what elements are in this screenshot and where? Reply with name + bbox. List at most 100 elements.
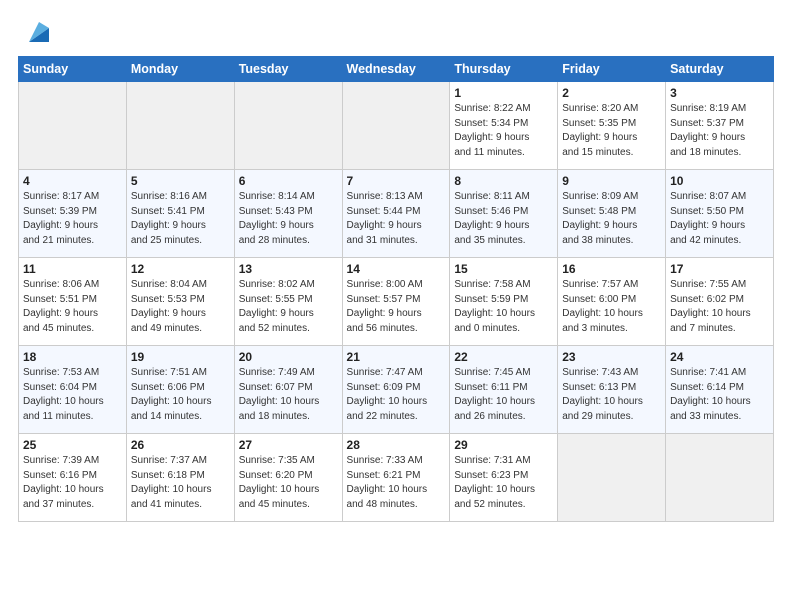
page: SundayMondayTuesdayWednesdayThursdayFrid… <box>0 0 792 532</box>
day-number: 12 <box>131 262 230 276</box>
day-info: Sunrise: 8:14 AM Sunset: 5:43 PM Dayligh… <box>239 190 338 248</box>
day-number: 25 <box>23 438 122 452</box>
day-info: Sunrise: 7:58 AM Sunset: 5:59 PM Dayligh… <box>454 278 553 336</box>
day-cell: 17Sunrise: 7:55 AM Sunset: 6:02 PM Dayli… <box>666 258 774 346</box>
day-cell: 16 Sunrise: 7:57 AM Sunset: 6:00 PM Dayli… <box>558 258 666 346</box>
day-info: Sunrise: 7:53 AM Sunset: 6:04 PM Dayligh… <box>23 366 122 424</box>
day-number: 8 <box>454 174 553 188</box>
day-cell <box>558 434 666 522</box>
day-info: Sunrise: 7:51 AM Sunset: 6:06 PM Dayligh… <box>131 366 230 424</box>
col-header-wednesday: Wednesday <box>342 57 450 82</box>
day-cell: 19 Sunrise: 7:51 AM Sunset: 6:06 PM Dayli… <box>126 346 234 434</box>
week-row-4: 18 Sunrise: 7:53 AM Sunset: 6:04 PM Dayli… <box>19 346 774 434</box>
day-number: 11 <box>23 262 122 276</box>
day-cell <box>342 82 450 170</box>
day-number: 2 <box>562 86 661 100</box>
day-info: Sunrise: 8:02 AM Sunset: 5:55 PM Dayligh… <box>239 278 338 336</box>
day-cell: 27 Sunrise: 7:35 AM Sunset: 6:20 PM Dayli… <box>234 434 342 522</box>
header-row: SundayMondayTuesdayWednesdayThursdayFrid… <box>19 57 774 82</box>
day-info: Sunrise: 7:39 AM Sunset: 6:16 PM Dayligh… <box>23 454 122 512</box>
day-cell: 13 Sunrise: 8:02 AM Sunset: 5:55 PM Dayli… <box>234 258 342 346</box>
day-number: 18 <box>23 350 122 364</box>
day-cell <box>126 82 234 170</box>
day-number: 29 <box>454 438 553 452</box>
week-row-5: 25 Sunrise: 7:39 AM Sunset: 6:16 PM Dayli… <box>19 434 774 522</box>
day-cell: 24 Sunrise: 7:41 AM Sunset: 6:14 PM Dayli… <box>666 346 774 434</box>
col-header-sunday: Sunday <box>19 57 127 82</box>
day-cell: 26 Sunrise: 7:37 AM Sunset: 6:18 PM Dayli… <box>126 434 234 522</box>
day-cell: 1 Sunrise: 8:22 AM Sunset: 5:34 PM Daylig… <box>450 82 558 170</box>
day-number: 7 <box>347 174 446 188</box>
day-number: 19 <box>131 350 230 364</box>
calendar-table: SundayMondayTuesdayWednesdayThursdayFrid… <box>18 56 774 522</box>
day-number: 20 <box>239 350 338 364</box>
day-cell <box>234 82 342 170</box>
col-header-tuesday: Tuesday <box>234 57 342 82</box>
day-cell <box>666 434 774 522</box>
day-info: Sunrise: 8:19 AM Sunset: 5:37 PM Dayligh… <box>670 102 769 160</box>
day-cell: 9 Sunrise: 8:09 AM Sunset: 5:48 PM Daylig… <box>558 170 666 258</box>
day-number: 6 <box>239 174 338 188</box>
day-number: 21 <box>347 350 446 364</box>
day-info: Sunrise: 8:22 AM Sunset: 5:34 PM Dayligh… <box>454 102 553 160</box>
day-cell <box>19 82 127 170</box>
day-number: 9 <box>562 174 661 188</box>
day-number: 16 <box>562 262 661 276</box>
day-cell: 21 Sunrise: 7:47 AM Sunset: 6:09 PM Dayli… <box>342 346 450 434</box>
day-info: Sunrise: 8:11 AM Sunset: 5:46 PM Dayligh… <box>454 190 553 248</box>
day-info: Sunrise: 8:20 AM Sunset: 5:35 PM Dayligh… <box>562 102 661 160</box>
day-info: Sunrise: 7:33 AM Sunset: 6:21 PM Dayligh… <box>347 454 446 512</box>
day-number: 24 <box>670 350 769 364</box>
day-cell: 3 Sunrise: 8:19 AM Sunset: 5:37 PM Daylig… <box>666 82 774 170</box>
day-cell: 7 Sunrise: 8:13 AM Sunset: 5:44 PM Daylig… <box>342 170 450 258</box>
day-info: Sunrise: 8:04 AM Sunset: 5:53 PM Dayligh… <box>131 278 230 336</box>
day-cell: 2 Sunrise: 8:20 AM Sunset: 5:35 PM Daylig… <box>558 82 666 170</box>
day-cell: 18 Sunrise: 7:53 AM Sunset: 6:04 PM Dayli… <box>19 346 127 434</box>
day-cell: 4Sunrise: 8:17 AM Sunset: 5:39 PM Daylig… <box>19 170 127 258</box>
day-info: Sunrise: 8:07 AM Sunset: 5:50 PM Dayligh… <box>670 190 769 248</box>
day-number: 1 <box>454 86 553 100</box>
day-number: 13 <box>239 262 338 276</box>
day-cell: 23Sunrise: 7:43 AM Sunset: 6:13 PM Dayli… <box>558 346 666 434</box>
day-cell: 8 Sunrise: 8:11 AM Sunset: 5:46 PM Daylig… <box>450 170 558 258</box>
day-number: 27 <box>239 438 338 452</box>
day-info: Sunrise: 7:35 AM Sunset: 6:20 PM Dayligh… <box>239 454 338 512</box>
day-cell: 29 Sunrise: 7:31 AM Sunset: 6:23 PM Dayli… <box>450 434 558 522</box>
day-cell: 20 Sunrise: 7:49 AM Sunset: 6:07 PM Dayli… <box>234 346 342 434</box>
logo <box>18 18 53 46</box>
day-number: 3 <box>670 86 769 100</box>
col-header-saturday: Saturday <box>666 57 774 82</box>
day-info: Sunrise: 8:16 AM Sunset: 5:41 PM Dayligh… <box>131 190 230 248</box>
day-info: Sunrise: 8:00 AM Sunset: 5:57 PM Dayligh… <box>347 278 446 336</box>
col-header-thursday: Thursday <box>450 57 558 82</box>
day-cell: 5 Sunrise: 8:16 AM Sunset: 5:41 PM Daylig… <box>126 170 234 258</box>
day-cell: 14 Sunrise: 8:00 AM Sunset: 5:57 PM Dayli… <box>342 258 450 346</box>
day-number: 14 <box>347 262 446 276</box>
day-info: Sunrise: 7:43 AM Sunset: 6:13 PM Dayligh… <box>562 366 661 424</box>
day-info: Sunrise: 7:47 AM Sunset: 6:09 PM Dayligh… <box>347 366 446 424</box>
day-number: 28 <box>347 438 446 452</box>
day-number: 5 <box>131 174 230 188</box>
col-header-monday: Monday <box>126 57 234 82</box>
day-info: Sunrise: 7:37 AM Sunset: 6:18 PM Dayligh… <box>131 454 230 512</box>
day-cell: 15 Sunrise: 7:58 AM Sunset: 5:59 PM Dayli… <box>450 258 558 346</box>
col-header-friday: Friday <box>558 57 666 82</box>
week-row-2: 4Sunrise: 8:17 AM Sunset: 5:39 PM Daylig… <box>19 170 774 258</box>
week-row-3: 11 Sunrise: 8:06 AM Sunset: 5:51 PM Dayli… <box>19 258 774 346</box>
header <box>18 18 774 46</box>
day-cell: 22Sunrise: 7:45 AM Sunset: 6:11 PM Dayli… <box>450 346 558 434</box>
day-cell: 10Sunrise: 8:07 AM Sunset: 5:50 PM Dayli… <box>666 170 774 258</box>
day-info: Sunrise: 8:09 AM Sunset: 5:48 PM Dayligh… <box>562 190 661 248</box>
day-info: Sunrise: 7:41 AM Sunset: 6:14 PM Dayligh… <box>670 366 769 424</box>
logo-icon <box>21 14 53 46</box>
day-number: 15 <box>454 262 553 276</box>
day-info: Sunrise: 7:45 AM Sunset: 6:11 PM Dayligh… <box>454 366 553 424</box>
day-cell: 12 Sunrise: 8:04 AM Sunset: 5:53 PM Dayli… <box>126 258 234 346</box>
day-info: Sunrise: 7:57 AM Sunset: 6:00 PM Dayligh… <box>562 278 661 336</box>
day-info: Sunrise: 8:13 AM Sunset: 5:44 PM Dayligh… <box>347 190 446 248</box>
day-number: 4 <box>23 174 122 188</box>
day-info: Sunrise: 7:31 AM Sunset: 6:23 PM Dayligh… <box>454 454 553 512</box>
day-number: 26 <box>131 438 230 452</box>
day-info: Sunrise: 8:06 AM Sunset: 5:51 PM Dayligh… <box>23 278 122 336</box>
day-info: Sunrise: 7:49 AM Sunset: 6:07 PM Dayligh… <box>239 366 338 424</box>
